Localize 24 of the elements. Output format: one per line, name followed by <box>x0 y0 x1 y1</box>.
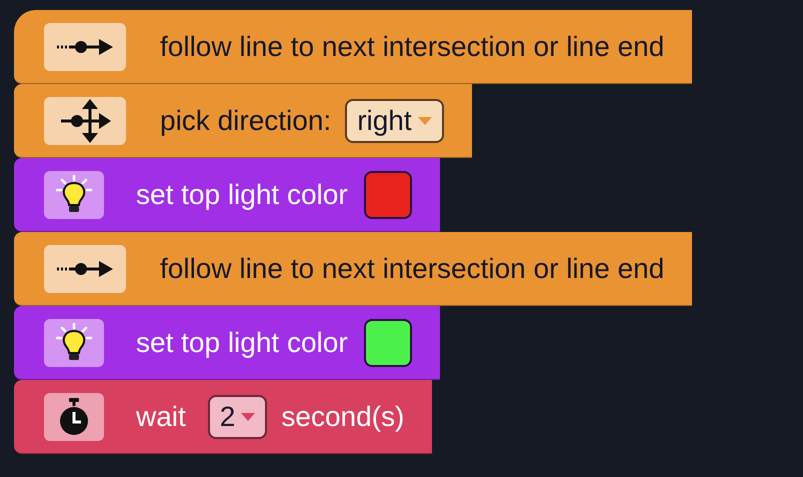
line-follow-icon <box>55 258 115 278</box>
color-swatch[interactable] <box>364 170 412 218</box>
block-label: set top light color <box>136 178 348 210</box>
code-block[interactable]: set top light color <box>14 158 440 232</box>
color-swatch[interactable] <box>364 318 412 366</box>
code-block[interactable]: follow line to next intersection or line end <box>14 10 692 84</box>
block-label: follow line to next intersection or line end <box>160 30 664 62</box>
caret-icon <box>241 412 256 420</box>
block-label: follow line to next intersection or line end <box>160 252 664 284</box>
value-dropdown[interactable]: right <box>345 98 444 142</box>
line-follow-icon <box>55 36 115 56</box>
code-block[interactable]: set top light color <box>14 306 440 380</box>
caret-icon <box>418 116 432 124</box>
code-block[interactable]: pick direction: right <box>14 84 472 158</box>
block-label: wait <box>136 400 186 432</box>
code-block[interactable]: follow line to next intersection or line end <box>14 232 692 306</box>
block-label: second(s) <box>281 400 404 432</box>
value-dropdown[interactable]: 2 <box>208 394 268 438</box>
light-bulb-icon <box>54 322 94 362</box>
block-label: set top light color <box>136 326 348 358</box>
stopwatch-icon <box>57 396 91 436</box>
block-label: pick direction: <box>160 104 332 136</box>
light-bulb-icon <box>54 174 94 214</box>
code-block[interactable]: wait 2 second(s) <box>14 380 432 454</box>
